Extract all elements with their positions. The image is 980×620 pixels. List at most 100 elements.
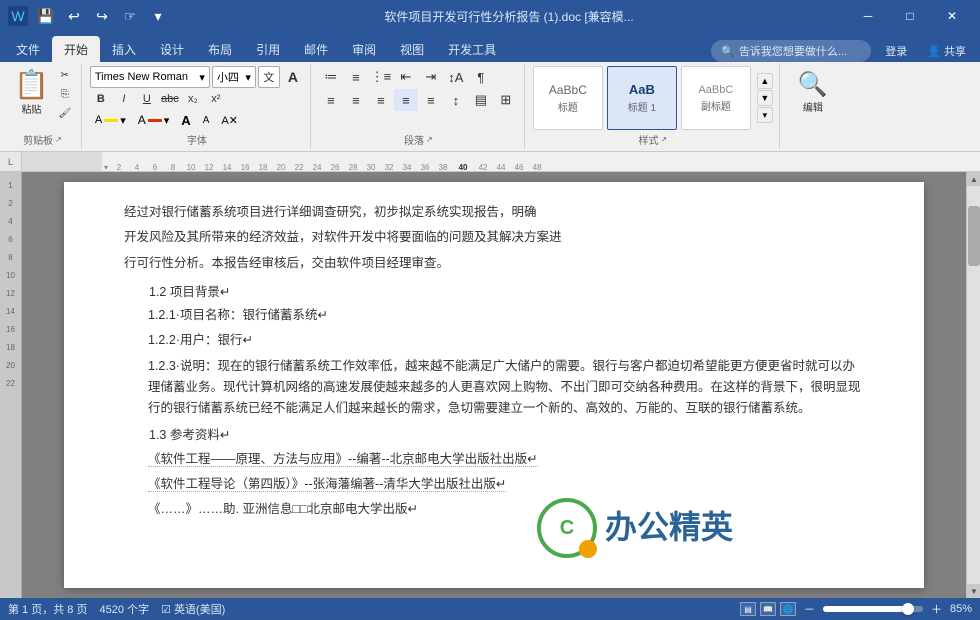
- ruler-left-strip[interactable]: L: [0, 152, 22, 172]
- section-13-title: 1.3 参考资料↵: [124, 425, 864, 446]
- font-size-inc-button[interactable]: A: [176, 110, 195, 130]
- size-dec-icon: A: [203, 115, 210, 126]
- tab-view[interactable]: 视图: [388, 36, 436, 62]
- sort-button[interactable]: ↕A: [444, 66, 468, 88]
- vruler-8: 8: [8, 248, 12, 266]
- zoom-plus-button[interactable]: ＋: [931, 601, 942, 617]
- bullets-button[interactable]: ≔: [319, 66, 343, 88]
- italic-button[interactable]: I: [113, 89, 135, 109]
- app-window: W 💾 ↩ ↪ ☞ ▾ 软件项目开发可行性分析报告 (1).doc [兼容模..…: [0, 0, 980, 620]
- subscript-button[interactable]: x₂: [182, 89, 204, 109]
- text-highlight-button[interactable]: A ▾: [90, 110, 131, 130]
- distribute-button[interactable]: ≡: [419, 89, 443, 111]
- show-marks-button[interactable]: ¶: [469, 66, 493, 88]
- touchmode-button[interactable]: ☞: [118, 4, 142, 28]
- zoom-minus-button[interactable]: －: [804, 601, 815, 617]
- style-normal[interactable]: AaBbC 标题: [533, 66, 603, 130]
- scrollbar-down[interactable]: ▼: [967, 584, 980, 598]
- align-center-button[interactable]: ≡: [344, 89, 368, 111]
- vertical-scrollbar[interactable]: ▲ ▼: [966, 172, 980, 598]
- align-left-button[interactable]: ≡: [319, 89, 343, 111]
- styles-section: AaBbC 标题 AaB 标题 1 AaBbC 副标题 ▲ ▼ ▾: [533, 66, 773, 130]
- view-web[interactable]: 🌐: [780, 602, 796, 616]
- styles-scroll-up[interactable]: ▲: [757, 73, 773, 89]
- undo-button[interactable]: ↩: [62, 4, 86, 28]
- scrollbar-thumb[interactable]: [968, 206, 980, 266]
- tab-references[interactable]: 引用: [244, 36, 292, 62]
- para-expand-icon[interactable]: ↗: [426, 135, 433, 144]
- ruler-num-24: 24: [308, 163, 326, 172]
- font-size-select[interactable]: 小四 ▾: [212, 66, 256, 88]
- editing-button[interactable]: 🔍 编辑: [794, 66, 832, 118]
- share-button[interactable]: 👤 共享: [921, 43, 972, 59]
- indent-inc-button[interactable]: ⇥: [419, 66, 443, 88]
- tab-mail[interactable]: 邮件: [292, 36, 340, 62]
- search-placeholder: 告诉我您想要做什么...: [739, 43, 847, 59]
- ruler-num-14: 14: [218, 163, 236, 172]
- zoom-thumb[interactable]: [902, 603, 914, 615]
- justify-button[interactable]: ≡: [394, 89, 418, 111]
- status-bar: 第 1 页，共 8 页 4520 个字 ☑ 英语(美国) ▤ 📖 🌐 － ＋ 8…: [0, 598, 980, 620]
- cut-button[interactable]: ✂: [55, 66, 75, 84]
- font-section: Times New Roman ▾ 小四 ▾ 文 A B I U a: [90, 66, 304, 130]
- font-size-value: 小四: [217, 69, 239, 85]
- line-spacing-button[interactable]: ↕: [444, 89, 468, 111]
- underline-button[interactable]: U: [136, 89, 158, 109]
- format-painter-button[interactable]: 🖌: [55, 104, 75, 122]
- numbered-button[interactable]: ≡: [344, 66, 368, 88]
- font-group-label: 字体: [90, 130, 304, 147]
- indent-dec-button[interactable]: ⇤: [394, 66, 418, 88]
- style-subtitle[interactable]: AaBbC 副标题: [681, 66, 751, 130]
- superscript-button[interactable]: x²: [205, 89, 227, 109]
- scrollbar-track[interactable]: [967, 186, 980, 584]
- font-name-select[interactable]: Times New Roman ▾: [90, 66, 210, 88]
- style-heading1[interactable]: AaB 标题 1: [607, 66, 677, 130]
- A-button[interactable]: A: [282, 66, 304, 88]
- align-right-button[interactable]: ≡: [369, 89, 393, 111]
- multilevel-button[interactable]: ⋮≡: [369, 66, 393, 88]
- scrollbar-up[interactable]: ▲: [967, 172, 980, 186]
- bold-button[interactable]: B: [90, 89, 112, 109]
- login-button[interactable]: 登录: [879, 43, 913, 59]
- minimize-button[interactable]: ─: [848, 0, 888, 32]
- tab-design[interactable]: 设计: [148, 36, 196, 62]
- tab-review[interactable]: 审阅: [340, 36, 388, 62]
- title-bar: W 💾 ↩ ↪ ☞ ▾ 软件项目开发可行性分析报告 (1).doc [兼容模..…: [0, 0, 980, 32]
- styles-scroll-more[interactable]: ▾: [757, 107, 773, 123]
- styles-scroll-down[interactable]: ▼: [757, 90, 773, 106]
- tab-file[interactable]: 文件: [4, 36, 52, 62]
- wen-button[interactable]: 文: [258, 66, 280, 88]
- font-row2: B I U abc x₂ x²: [90, 89, 304, 109]
- maximize-button[interactable]: □: [890, 0, 930, 32]
- paste-button[interactable]: 📋 粘贴: [10, 66, 53, 118]
- document-page[interactable]: 经过对银行储蓄系统项目进行详细调查研究，初步拟定系统实现报告，明确 开发风险及其…: [64, 182, 924, 588]
- font-size-dec-button[interactable]: A: [198, 110, 215, 130]
- save-button[interactable]: 💾: [34, 4, 58, 28]
- zoom-track[interactable]: [823, 606, 923, 612]
- ref1-text: 《软件工程——原理、方法与应用》--编著--北京邮电大学出版社出版↵: [148, 452, 538, 467]
- styles-expand-icon[interactable]: ↗: [661, 135, 668, 144]
- tell-me-search[interactable]: 🔍 告诉我您想要做什么...: [711, 40, 871, 62]
- para-row2: ≡ ≡ ≡ ≡ ≡ ↕ ▤ ⊞: [319, 89, 518, 111]
- close-button[interactable]: ✕: [932, 0, 972, 32]
- tab-developer[interactable]: 开发工具: [436, 36, 508, 62]
- copy-button[interactable]: ⎘: [55, 85, 75, 103]
- paste-label: 粘贴: [21, 101, 41, 116]
- style-subtitle-label: 副标题: [701, 98, 731, 113]
- customize-qat-button[interactable]: ▾: [146, 4, 170, 28]
- strikethrough-button[interactable]: abc: [159, 89, 181, 109]
- tab-insert[interactable]: 插入: [100, 36, 148, 62]
- vruler-22: 22: [6, 374, 15, 392]
- border-button[interactable]: ⊞: [494, 89, 518, 111]
- shading-button[interactable]: ▤: [469, 89, 493, 111]
- zoom-level[interactable]: 85%: [950, 603, 972, 615]
- view-print-layout[interactable]: ▤: [740, 602, 756, 616]
- clear-format-button[interactable]: A✕: [216, 110, 243, 130]
- tab-layout[interactable]: 布局: [196, 36, 244, 62]
- view-read-mode[interactable]: 📖: [760, 602, 776, 616]
- font-color-button[interactable]: A ▾: [133, 110, 175, 130]
- tab-home[interactable]: 开始: [52, 36, 100, 62]
- redo-button[interactable]: ↪: [90, 4, 114, 28]
- ref3-text: 《……》……助. 亚洲信息□□北京邮电大学出版↵: [148, 502, 418, 516]
- doc-area[interactable]: 经过对银行储蓄系统项目进行详细调查研究，初步拟定系统实现报告，明确 开发风险及其…: [22, 172, 980, 598]
